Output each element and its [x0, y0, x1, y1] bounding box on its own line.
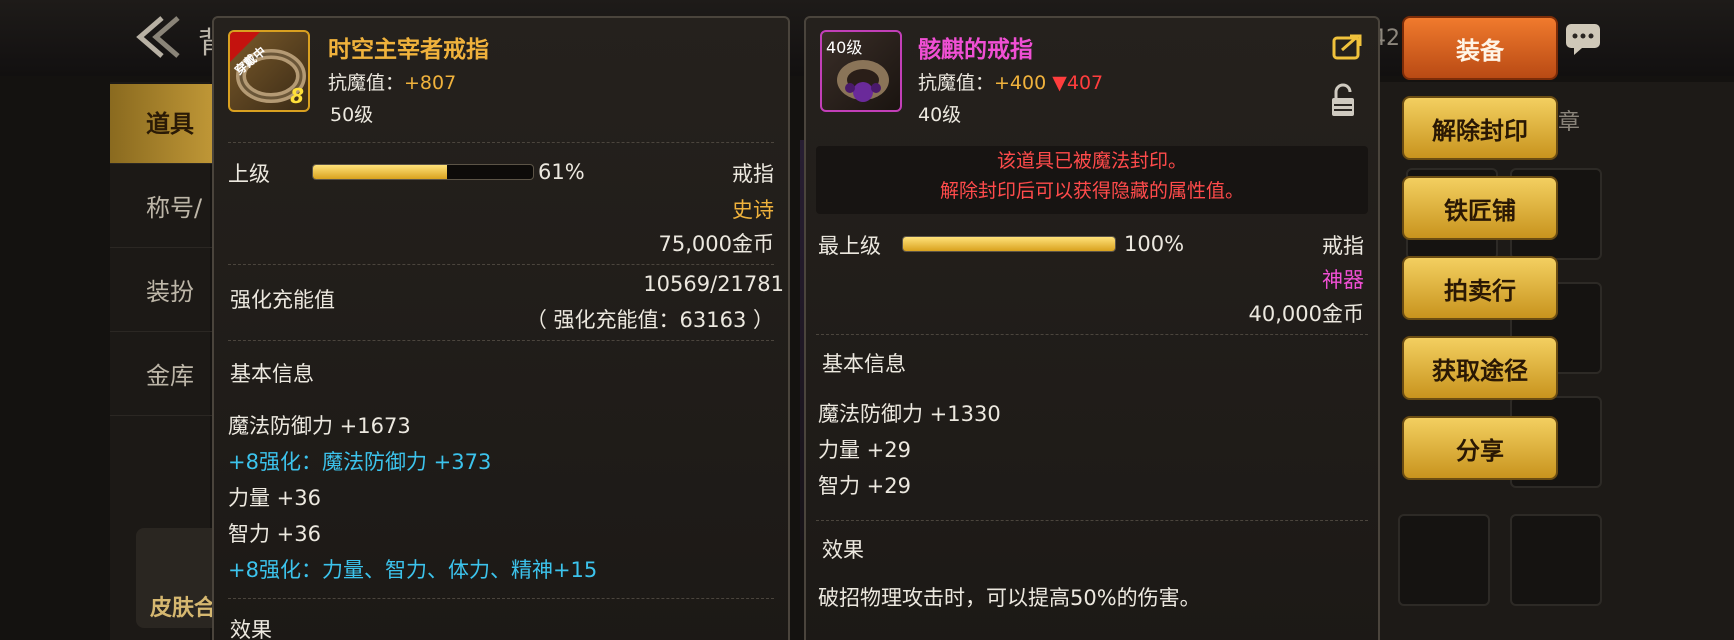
grade-bar — [902, 236, 1116, 252]
back-arrow-icon[interactable] — [132, 14, 186, 60]
anti-magic-stat: 抗魔值：+807 — [328, 68, 456, 95]
divider — [228, 142, 774, 143]
grade-bar-fill — [903, 237, 1115, 251]
charge-value: 10569/21781 — [643, 272, 784, 296]
anti-magic-stat: 抗魔值：+400 ▼407 — [918, 68, 1103, 95]
effect-title: 效果 — [822, 538, 864, 562]
stat-line: 魔法防御力 +1330 — [818, 402, 1001, 426]
tab-dress[interactable]: 装扮 — [110, 252, 220, 332]
item-type: 戒指 — [1322, 234, 1364, 258]
grade-label: 最上级 — [818, 234, 881, 258]
anti-magic-value: +400 — [994, 72, 1047, 94]
stat-line: 力量 +29 — [818, 438, 911, 462]
item-price: 75,000金币 — [658, 232, 774, 256]
chapter-label: 章 — [1558, 110, 1581, 135]
share-button[interactable]: 分享 — [1402, 416, 1558, 480]
lock-icon[interactable] — [1330, 82, 1356, 118]
divider — [816, 520, 1368, 521]
anti-magic-diff: ▼407 — [1052, 72, 1104, 94]
item-rarity: 史诗 — [732, 198, 774, 222]
anti-magic-label: 抗魔值： — [918, 72, 995, 94]
basic-info-title: 基本信息 — [822, 352, 906, 376]
grade-bar-fill — [313, 165, 448, 179]
grade-percent: 61% — [538, 160, 585, 184]
auction-house-button[interactable]: 拍卖行 — [1402, 256, 1558, 320]
stat-line: 智力 +36 — [228, 522, 321, 546]
level-badge: 40级 — [826, 38, 863, 57]
anti-magic-label: 抗魔值： — [328, 72, 405, 94]
item-name: 时空主宰者戒指 — [328, 37, 489, 63]
charge-label: 强化充能值 — [230, 288, 335, 312]
divider — [228, 598, 774, 599]
item-level: 50级 — [330, 104, 374, 126]
share-link-icon[interactable] — [1332, 32, 1364, 60]
basic-info-title: 基本信息 — [230, 362, 314, 386]
anti-magic-value: +807 — [404, 72, 457, 94]
divider — [816, 334, 1368, 335]
stat-line: 力量 +36 — [228, 486, 321, 510]
charge-total: （ 强化充能值：63163 ） — [525, 308, 774, 332]
stat-line: +8强化：力量、智力、体力、精神+15 — [228, 558, 598, 582]
stat-line: 智力 +29 — [818, 474, 911, 498]
skin-synthesis-label: 皮肤合 — [150, 596, 217, 621]
tab-vault[interactable]: 金库 — [110, 336, 220, 416]
compared-item-tooltip: 40级 骸麒的戒指 抗魔值：+400 ▼407 40级 该道具已被魔法封印。 解… — [804, 16, 1380, 640]
equipped-ring-icon: 穿戴中 8 — [228, 30, 310, 112]
chat-icon[interactable] — [1564, 22, 1602, 56]
unseal-button[interactable]: 解除封印 — [1402, 96, 1558, 160]
grade-percent: 100% — [1124, 232, 1185, 256]
equipped-item-tooltip: 穿戴中 8 时空主宰者戒指 抗魔值：+807 50级 上级 61% 戒指 史诗 … — [212, 16, 790, 640]
equip-button[interactable]: 装备 — [1402, 16, 1558, 80]
sealed-notice: 该道具已被魔法封印。 解除封印后可以获得隐藏的属性值。 — [816, 146, 1368, 214]
stat-line: 魔法防御力 +1673 — [228, 414, 411, 438]
item-price: 40,000金币 — [1248, 302, 1364, 326]
item-name: 骸麒的戒指 — [918, 37, 1033, 63]
effect-text: 破招物理攻击时，可以提高50%的伤害。 — [818, 586, 1201, 610]
sealed-line-2: 解除封印后可以获得隐藏的属性值。 — [939, 180, 1244, 202]
item-rarity: 神器 — [1322, 268, 1364, 292]
inventory-slot[interactable] — [1510, 514, 1602, 606]
tab-titles[interactable]: 称号/ — [110, 168, 220, 248]
divider — [228, 264, 774, 265]
blacksmith-button[interactable]: 铁匠铺 — [1402, 176, 1558, 240]
compared-ring-icon: 40级 — [820, 30, 902, 112]
effect-title: 效果 — [230, 618, 272, 640]
grade-label: 上级 — [228, 162, 270, 186]
stat-line: +8强化：魔法防御力 +373 — [228, 450, 492, 474]
inventory-slot[interactable] — [1398, 514, 1490, 606]
grade-bar — [312, 164, 534, 180]
item-level: 40级 — [918, 104, 962, 126]
divider — [228, 340, 774, 341]
item-type: 戒指 — [732, 162, 774, 186]
obtain-source-button[interactable]: 获取途径 — [1402, 336, 1558, 400]
enhance-level: 8 — [290, 84, 304, 108]
tab-items[interactable]: 道具 — [110, 84, 220, 164]
sealed-line-1: 该道具已被魔法封印。 — [996, 150, 1187, 172]
